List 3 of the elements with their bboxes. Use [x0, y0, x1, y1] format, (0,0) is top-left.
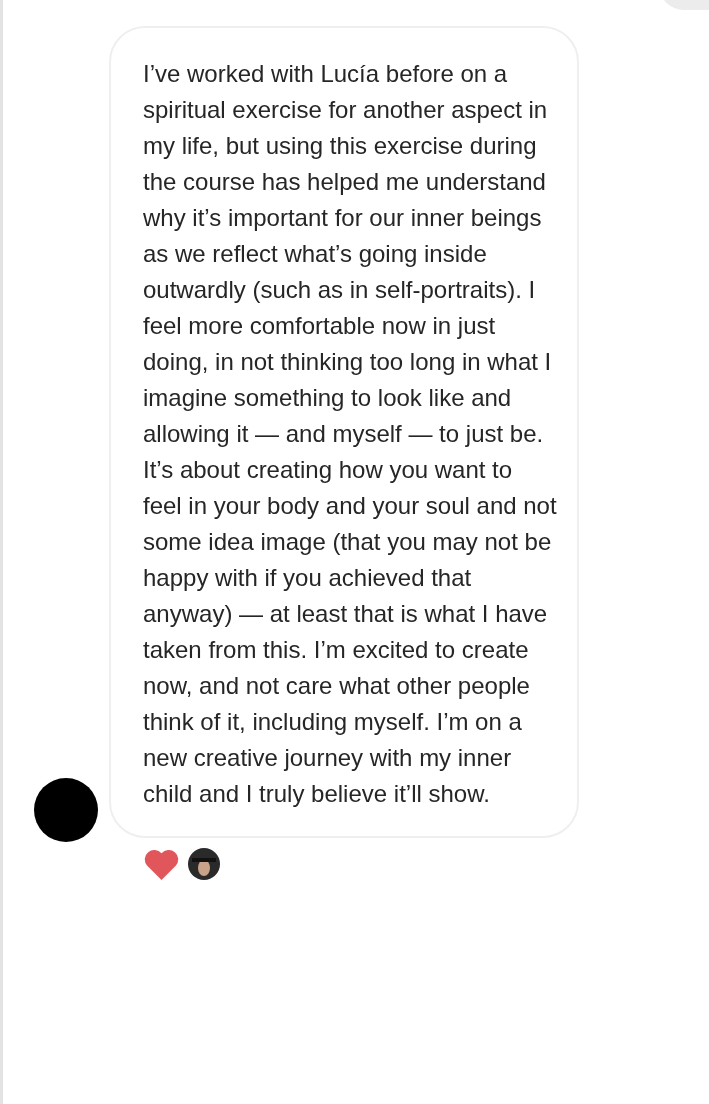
- message-text: I’ve worked with Lucía before on a spiritual exercise for another aspect in my life, but using this exercise during the course has helped me understand why it’s important for our inner beings as we reflect what’s going inside outwardly (such as in self-portraits). I feel more comfortable now in just doing, in not thinking too long in what I imagine something to look like and allowing it — and myself — to just be. It’s about creating how you want to feel in your body and your soul and not some idea image (that you may not be happy with if you achieved that anyway) — at least that is what I have taken from this. I’m excited to create now, and not care what other people think of it, including myself. I’m on a new creative journey with my inner child and I truly believe it’ll show.: [143, 59, 557, 809]
- reactor-avatar: [188, 848, 220, 880]
- heart-icon: [143, 848, 180, 880]
